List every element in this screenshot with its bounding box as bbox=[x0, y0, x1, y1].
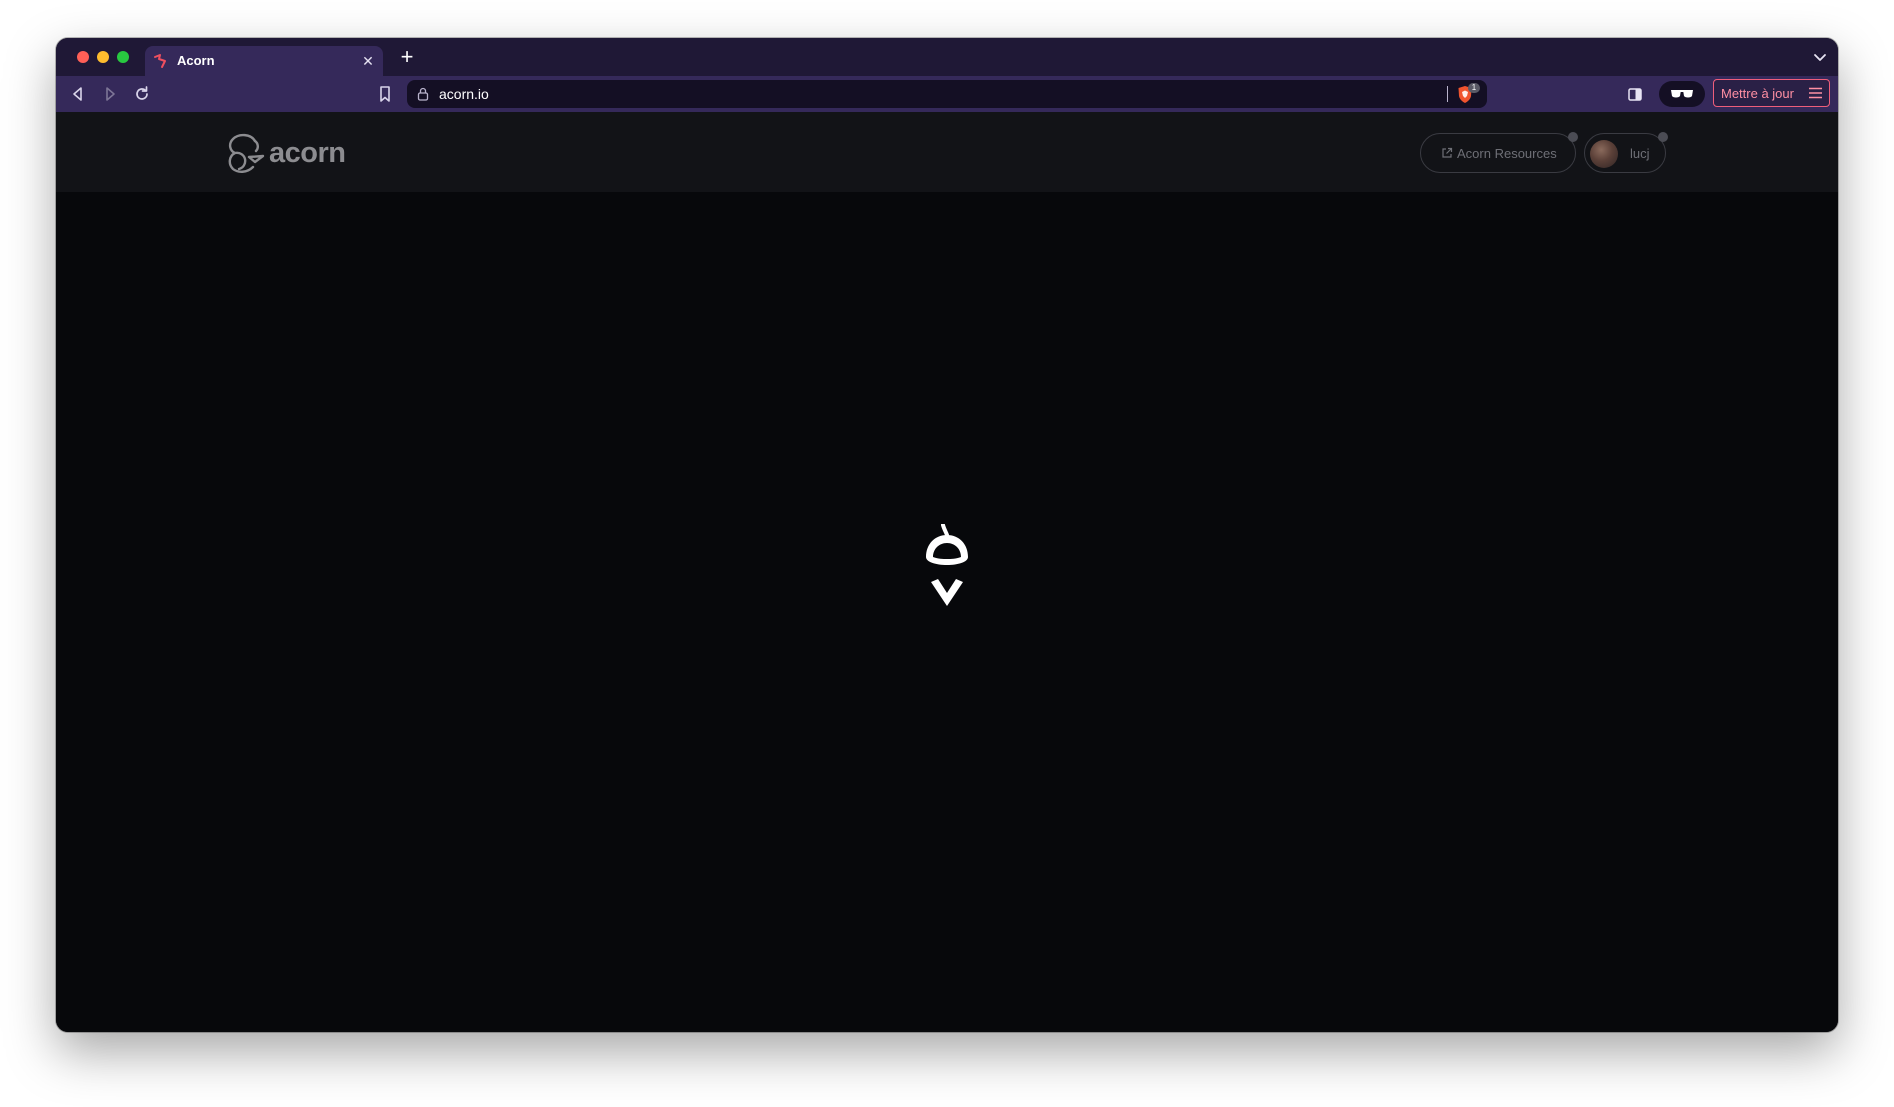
acorn-logo[interactable]: acorn bbox=[225, 131, 351, 175]
sidebar-toggle-icon[interactable] bbox=[1625, 84, 1645, 104]
acorn-squirrel-icon bbox=[228, 133, 265, 173]
url-divider bbox=[1447, 86, 1448, 102]
logo-wordmark: acorn bbox=[269, 137, 346, 169]
glasses-icon bbox=[1671, 90, 1693, 98]
tab-acorn[interactable]: Acorn ✕ bbox=[145, 46, 383, 76]
acorn-resources-label: Acorn Resources bbox=[1457, 146, 1557, 161]
notification-dot-icon bbox=[1658, 132, 1668, 142]
site-header: acorn Acorn Resources lucj bbox=[56, 112, 1838, 192]
external-link-icon bbox=[1442, 147, 1453, 158]
minimize-window-button[interactable] bbox=[97, 51, 109, 63]
browser-toolbar: acorn.io 1 Mettre à jour bbox=[56, 76, 1838, 112]
browser-window: Acorn ✕ + acorn.io 1 Mettre à jour acorn… bbox=[56, 38, 1838, 1032]
reload-icon[interactable] bbox=[132, 84, 152, 104]
update-button-label: Mettre à jour bbox=[1721, 86, 1794, 101]
chevron-down-icon[interactable] bbox=[1812, 49, 1828, 65]
close-window-button[interactable] bbox=[77, 51, 89, 63]
tab-strip: Acorn ✕ + bbox=[56, 38, 1838, 76]
new-tab-button[interactable]: + bbox=[397, 46, 417, 68]
notification-dot-icon bbox=[1568, 132, 1578, 142]
forward-arrow-icon[interactable] bbox=[100, 84, 120, 104]
username-label: lucj bbox=[1630, 146, 1650, 161]
close-tab-icon[interactable]: ✕ bbox=[359, 52, 377, 70]
private-window-button[interactable] bbox=[1659, 81, 1705, 107]
shield-count-badge: 1 bbox=[1468, 83, 1480, 93]
address-bar[interactable]: acorn.io 1 bbox=[407, 80, 1487, 108]
tab-title: Acorn bbox=[177, 53, 215, 68]
acorn-favicon-icon bbox=[154, 54, 166, 68]
acorn-resources-button[interactable]: Acorn Resources bbox=[1420, 132, 1578, 173]
acorn-loading-icon bbox=[926, 524, 968, 606]
update-button[interactable]: Mettre à jour bbox=[1713, 79, 1830, 107]
back-arrow-icon[interactable] bbox=[68, 84, 88, 104]
hamburger-menu-icon bbox=[1809, 87, 1822, 99]
url-text[interactable]: acorn.io bbox=[439, 86, 489, 102]
avatar bbox=[1590, 140, 1618, 168]
bookmark-icon[interactable] bbox=[375, 84, 395, 104]
maximize-window-button[interactable] bbox=[117, 51, 129, 63]
page-content: acorn Acorn Resources lucj bbox=[56, 112, 1838, 1032]
user-menu-button[interactable]: lucj bbox=[1584, 132, 1668, 173]
lock-icon[interactable] bbox=[417, 87, 429, 101]
